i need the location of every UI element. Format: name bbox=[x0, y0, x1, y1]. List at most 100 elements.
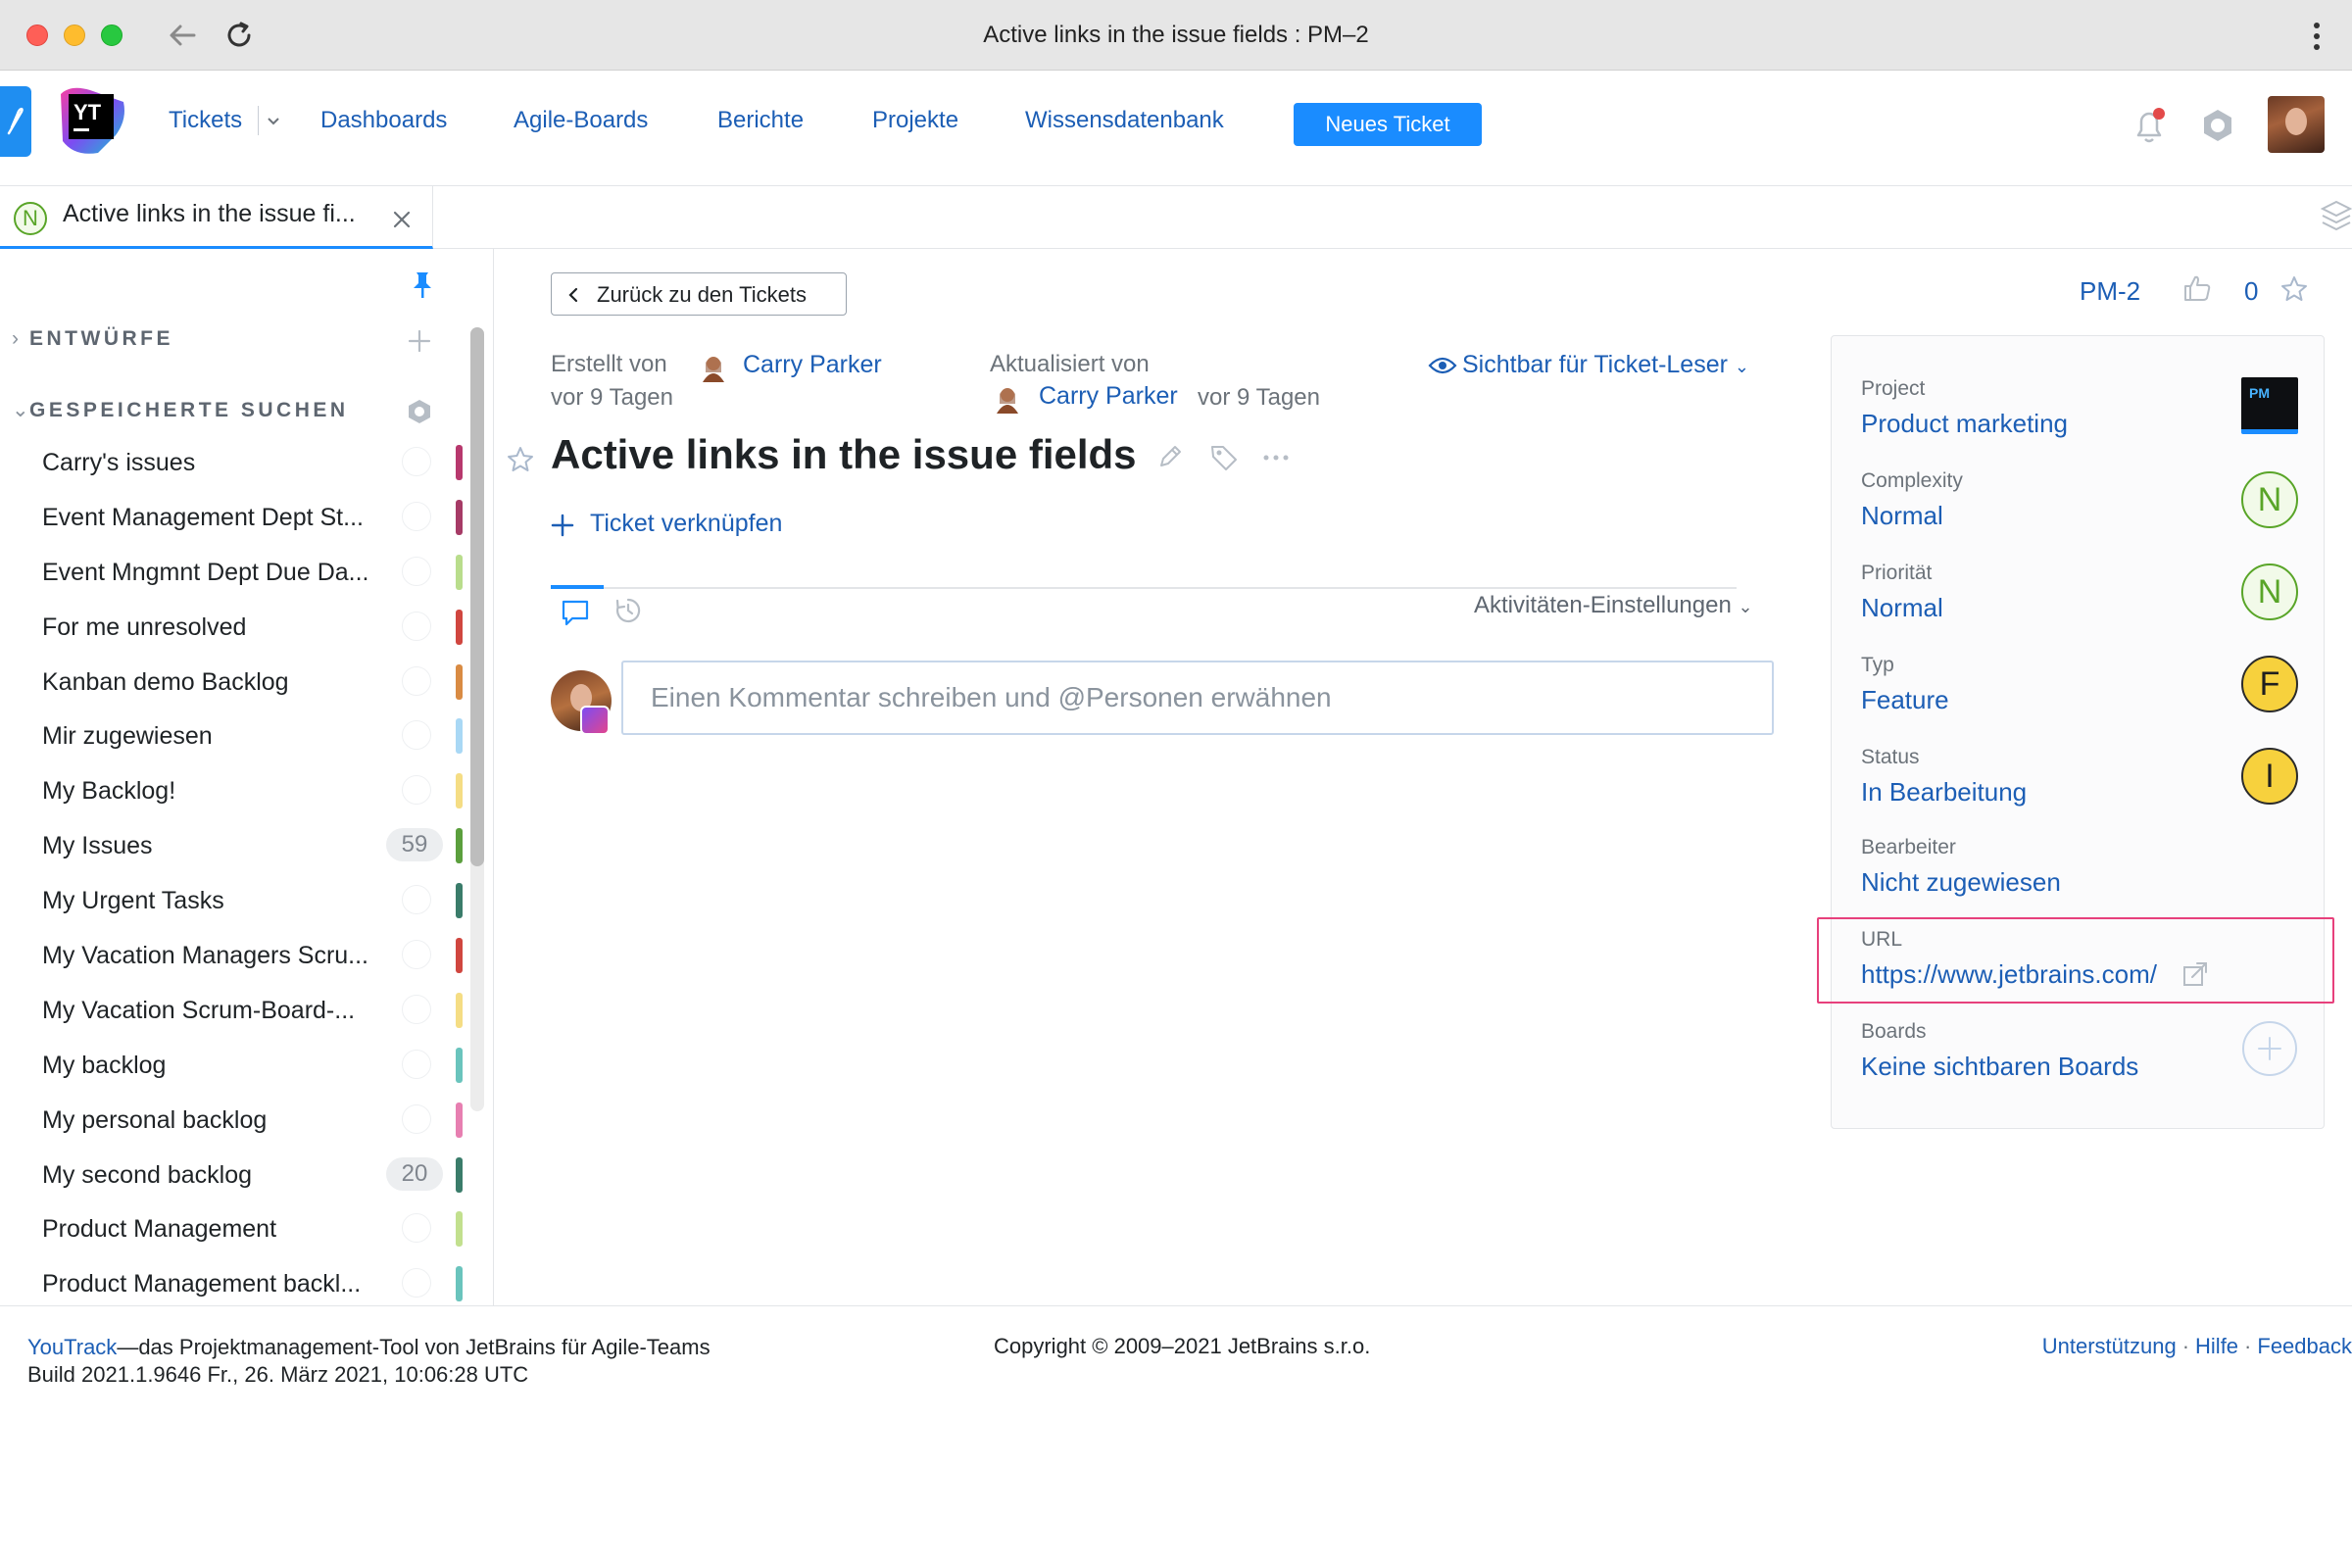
saved-search-item[interactable]: My Vacation Scrum-Board-... bbox=[0, 983, 470, 1038]
window-title: Active links in the issue fields : PM–2 bbox=[983, 22, 1369, 48]
saved-search-item[interactable]: Event Management Dept St... bbox=[0, 490, 470, 545]
tab-title: Active links in the issue fi... bbox=[63, 200, 356, 227]
window-titlebar: Active links in the issue fields : PM–2 bbox=[0, 0, 2352, 71]
user-avatar[interactable] bbox=[2268, 96, 2325, 153]
nav-reports[interactable]: Berichte bbox=[717, 107, 804, 134]
saved-search-color-tag bbox=[456, 445, 463, 480]
sidebar-scrollbar[interactable] bbox=[470, 327, 484, 1111]
saved-search-label: My Issues bbox=[42, 832, 153, 860]
link-ticket-button[interactable]: Ticket verknüpfen bbox=[590, 510, 782, 538]
saved-search-item[interactable]: My Issues 59 bbox=[0, 818, 470, 873]
footer-tagline: —das Projektmanagement-Tool von JetBrain… bbox=[117, 1335, 710, 1359]
saved-search-color-tag bbox=[456, 499, 463, 535]
nav-dashboards[interactable]: Dashboards bbox=[320, 107, 447, 134]
comments-tab-icon[interactable] bbox=[561, 598, 590, 627]
pin-icon[interactable] bbox=[410, 270, 435, 300]
field-priority[interactable]: Priorität Normal N bbox=[1861, 562, 2312, 623]
issue-id[interactable]: PM-2 bbox=[2080, 276, 2140, 307]
field-project[interactable]: Project Product marketing PM bbox=[1861, 377, 2312, 439]
saved-search-item[interactable]: Product Management bbox=[0, 1201, 470, 1256]
star-icon[interactable] bbox=[2279, 274, 2309, 304]
comment-input-box[interactable] bbox=[621, 661, 1774, 735]
more-horizontal-icon[interactable] bbox=[1262, 453, 1290, 463]
saved-search-color-tag bbox=[456, 718, 463, 755]
field-type[interactable]: Typ Feature F bbox=[1861, 654, 2312, 715]
saved-search-item[interactable]: Event Mngmnt Dept Due Da... bbox=[0, 545, 470, 600]
visibility-dropdown[interactable]: Sichtbar für Ticket-Leser ⌄ bbox=[1462, 351, 1749, 379]
sidebar-scrollbar-thumb[interactable] bbox=[470, 327, 484, 866]
saved-search-item[interactable]: My personal backlog bbox=[0, 1093, 470, 1148]
saved-search-count bbox=[402, 665, 431, 696]
issue-tab[interactable]: N Active links in the issue fi... bbox=[0, 186, 433, 249]
saved-search-item[interactable]: My Urgent Tasks bbox=[0, 873, 470, 928]
saved-search-item[interactable]: For me unresolved bbox=[0, 600, 470, 655]
layers-icon[interactable] bbox=[2321, 196, 2352, 235]
vote-count: 0 bbox=[2244, 276, 2259, 306]
saved-search-color-tag bbox=[456, 1211, 463, 1248]
url-highlight-box bbox=[1817, 917, 2334, 1004]
feather-icon bbox=[7, 108, 24, 135]
updater-link[interactable]: Carry Parker bbox=[1039, 382, 1178, 411]
field-boards[interactable]: Boards Keine sichtbaren Boards bbox=[1861, 1020, 2312, 1082]
edit-pencil-icon[interactable] bbox=[1156, 443, 1184, 470]
new-ticket-button[interactable]: Neues Ticket bbox=[1294, 103, 1482, 146]
saved-search-label: My Backlog! bbox=[42, 777, 176, 806]
youtrack-logo[interactable]: YT bbox=[55, 84, 127, 157]
youtrack-link[interactable]: YouTrack bbox=[27, 1335, 117, 1359]
support-link[interactable]: Unterstützung bbox=[2042, 1334, 2177, 1358]
saved-search-color-tag bbox=[456, 938, 463, 974]
saved-search-item[interactable]: Mir zugewiesen bbox=[0, 709, 470, 763]
saved-search-item[interactable]: Carry's issues bbox=[0, 435, 470, 490]
sidebar-toggle-button[interactable] bbox=[0, 86, 31, 157]
nav-agile-boards[interactable]: Agile-Boards bbox=[514, 107, 648, 134]
saved-search-item[interactable]: My second backlog 20 bbox=[0, 1148, 470, 1202]
nav-knowledge-base[interactable]: Wissensdatenbank bbox=[1025, 107, 1224, 134]
saved-searches-section-header[interactable]: ⌄GESPEICHERTE SUCHEN bbox=[12, 398, 349, 422]
footer-build: Build 2021.1.9646 Fr., 26. März 2021, 10… bbox=[27, 1362, 529, 1387]
creator-link[interactable]: Carry Parker bbox=[743, 351, 882, 379]
history-tab-icon[interactable] bbox=[613, 596, 643, 625]
nav-tickets[interactable]: Tickets bbox=[169, 107, 242, 134]
add-board-icon[interactable] bbox=[2241, 1020, 2298, 1077]
field-complexity[interactable]: Complexity Normal N bbox=[1861, 469, 2312, 531]
nav-projects[interactable]: Projekte bbox=[872, 107, 958, 134]
drafts-section-header[interactable]: › ENTWÜRFE bbox=[12, 327, 173, 351]
more-vertical-icon[interactable] bbox=[2311, 20, 2323, 53]
gear-icon[interactable] bbox=[2200, 108, 2235, 143]
help-link[interactable]: Hilfe bbox=[2195, 1334, 2238, 1358]
field-label: Bearbeiter bbox=[1861, 836, 1956, 858]
saved-searches-gear-icon[interactable] bbox=[406, 398, 433, 425]
drafts-heading: ENTWÜRFE bbox=[29, 327, 173, 350]
created-ago: vor 9 Tagen bbox=[551, 384, 673, 411]
activity-settings-dropdown[interactable]: Aktivitäten-Einstellungen ⌄ bbox=[1474, 592, 1753, 619]
comment-input[interactable] bbox=[623, 662, 1772, 733]
add-draft-icon[interactable] bbox=[406, 327, 433, 355]
chevron-down-icon: ⌄ bbox=[1738, 597, 1753, 616]
plus-icon[interactable] bbox=[551, 514, 574, 537]
field-assignee[interactable]: Bearbeiter Nicht zugewiesen bbox=[1861, 836, 2312, 898]
field-status[interactable]: Status In Bearbeitung I bbox=[1861, 746, 2312, 808]
saved-search-item[interactable]: My Backlog! bbox=[0, 763, 470, 818]
saved-search-item[interactable]: My backlog bbox=[0, 1038, 470, 1093]
saved-search-count bbox=[402, 1103, 431, 1134]
footer-copyright: Copyright © 2009–2021 JetBrains s.r.o. bbox=[994, 1334, 1371, 1358]
bell-icon[interactable] bbox=[2131, 106, 2168, 145]
saved-search-color-tag bbox=[456, 1266, 463, 1302]
star-icon[interactable] bbox=[506, 445, 535, 474]
thumbs-up-icon[interactable] bbox=[2181, 272, 2213, 304]
back-to-tickets-button[interactable]: Zurück zu den Tickets bbox=[551, 272, 847, 316]
status-badge: I bbox=[2241, 748, 2298, 805]
tag-icon[interactable] bbox=[1209, 443, 1239, 470]
saved-search-item[interactable]: My Vacation Managers Scru... bbox=[0, 928, 470, 983]
feedback-link[interactable]: Feedback bbox=[2257, 1334, 2352, 1358]
chevron-down-icon[interactable] bbox=[267, 117, 280, 126]
saved-search-item[interactable]: Product Management backl... bbox=[0, 1256, 470, 1305]
issue-tab-strip: N Active links in the issue fi... bbox=[0, 186, 2352, 249]
field-value[interactable]: Nicht zugewiesen bbox=[1861, 867, 2312, 898]
saved-search-count bbox=[402, 556, 431, 586]
close-icon[interactable] bbox=[390, 208, 414, 231]
saved-search-item[interactable]: Kanban demo Backlog bbox=[0, 655, 470, 710]
saved-search-count bbox=[402, 1213, 431, 1244]
priority-badge: N bbox=[2241, 564, 2298, 620]
created-label: Erstellt von bbox=[551, 351, 667, 377]
